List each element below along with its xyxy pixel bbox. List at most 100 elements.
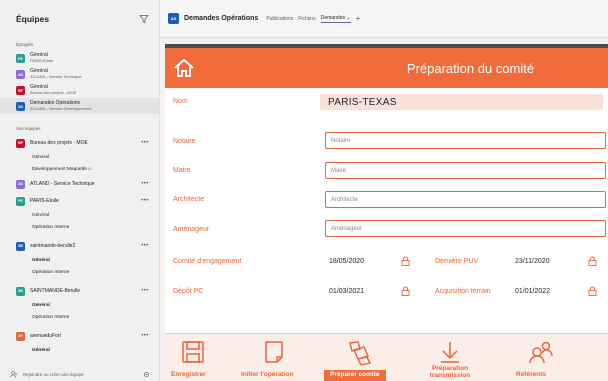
- notaire-input[interactable]: Notaire: [325, 132, 606, 149]
- team-avatar: AS: [16, 102, 25, 111]
- team-avatar: PE: [16, 54, 25, 63]
- join-create-team-link[interactable]: Rejoindre ou créer une équipe: [0, 367, 159, 381]
- lock-icon: [401, 256, 410, 266]
- download-arrow-icon: [441, 342, 459, 363]
- initier-operation-button[interactable]: Initier l'opération: [235, 334, 315, 381]
- more-options-icon[interactable]: •••: [141, 198, 149, 204]
- more-options-icon[interactable]: •••: [141, 243, 149, 249]
- team-item[interactable]: SB saintmande-berulle2 •••: [0, 237, 159, 254]
- team-name: Bureau des projets - MOE: [30, 89, 77, 95]
- amenageur-label: Aménageur: [173, 226, 210, 233]
- pinned-channel-item[interactable]: AS Général ATLAND - Service Technique: [0, 66, 159, 82]
- lock-icon: [588, 256, 597, 266]
- save-icon: [182, 341, 204, 363]
- document-icon: [265, 341, 283, 363]
- referents-button[interactable]: Référents: [500, 334, 580, 381]
- tab-demandes[interactable]: Demandes ⌄: [320, 15, 351, 23]
- initier-operation-label: Initier l'opération: [241, 371, 294, 378]
- team-item[interactable]: SB SAINTMANDE-Berulle •••: [0, 282, 159, 299]
- home-icon[interactable]: [173, 57, 195, 79]
- referents-label: Référents: [516, 371, 546, 378]
- filter-icon[interactable]: [139, 14, 149, 24]
- channel-item[interactable]: Général: [0, 254, 159, 266]
- app-header: Préparation du comité: [165, 48, 608, 88]
- architecte-label: Architecte: [173, 196, 205, 203]
- preparer-comite-label: Préparer comité: [324, 370, 386, 381]
- maire-label: Maire: [173, 167, 191, 174]
- more-options-icon[interactable]: •••: [141, 288, 149, 294]
- derniere-puv-label: Dernière PUV: [435, 258, 479, 265]
- pinned-section-label: Épinglés: [16, 42, 34, 47]
- channel-item[interactable]: Général: [0, 299, 159, 311]
- sidebar-title: Équipes: [16, 14, 50, 24]
- lock-icon: [401, 286, 410, 296]
- tab-fichiers[interactable]: Fichiers: [298, 16, 316, 22]
- teams-sidebar: Équipes Épinglés PE Général PARIS-Etoile …: [0, 0, 160, 381]
- teams-section-label: Vos équipes: [16, 126, 41, 131]
- join-create-team-label: Rejoindre ou créer une équipe: [23, 371, 84, 377]
- tab-publications[interactable]: Publications: [266, 16, 293, 22]
- add-tab-button[interactable]: +: [356, 14, 361, 23]
- people-icon: [529, 341, 553, 364]
- settings-icon[interactable]: [143, 371, 150, 378]
- pinned-channel-item-selected[interactable]: AS Demandes Opérations ATLAND - Service D…: [0, 98, 159, 114]
- channel-item[interactable]: Général: [0, 151, 159, 163]
- team-avatar: AS: [16, 179, 25, 189]
- acquisition-terrain-value: 01/01/2022: [515, 288, 551, 295]
- channel-item[interactable]: Opération Interne: [0, 311, 159, 323]
- team-avatar: PE: [16, 196, 25, 206]
- depot-pc-value: 01/03/2021: [329, 288, 365, 295]
- channel-item[interactable]: Développement Maquette ⌂: [0, 163, 159, 175]
- join-team-icon: [10, 370, 17, 378]
- channel-item[interactable]: Général: [0, 209, 159, 221]
- team-item[interactable]: AF avenueduFort •••: [0, 327, 159, 344]
- nom-value: PARIS-TEXAS: [320, 94, 603, 110]
- architecte-input[interactable]: Architecte: [325, 191, 606, 208]
- power-app-canvas: Préparation du comité Nom PARIS-TEXAS No…: [165, 44, 608, 381]
- channel-header: AS Demandes Opérations Publications Fich…: [160, 0, 608, 38]
- pinned-channel-item[interactable]: PE Général PARIS-Etoile: [0, 50, 159, 66]
- sidebar-header: Équipes: [0, 0, 159, 38]
- team-name: PARIS-Etoile: [30, 197, 59, 204]
- team-name: avenueduFort: [30, 332, 61, 339]
- team-avatar: BP: [16, 86, 25, 95]
- team-avatar: AS: [16, 70, 25, 79]
- tickets-icon: [349, 341, 372, 366]
- channel-item[interactable]: Opération Interne: [0, 266, 159, 278]
- page-title: Préparation du comité: [406, 61, 535, 76]
- preparer-comite-button[interactable]: Préparer comité: [320, 334, 400, 381]
- action-bar: Enregistrer Initier l'opération Préparer…: [165, 333, 608, 381]
- pinned-channel-item[interactable]: BP Général Bureau des projets - MOE: [0, 82, 159, 98]
- team-name: Bureau des projets - MOE: [30, 139, 88, 146]
- depot-pc-label: Dépôt PC: [173, 288, 204, 295]
- preparation-transmission-label: Préparation transmission: [429, 365, 471, 379]
- team-name: ATLAND - Service Développement: [30, 105, 92, 111]
- maire-input[interactable]: Maire: [325, 162, 606, 179]
- nom-label: Nom: [173, 98, 188, 105]
- team-item[interactable]: AS ATLAND - Service Technique •••: [0, 175, 159, 192]
- team-avatar: BP: [16, 138, 25, 148]
- team-avatar: SB: [16, 241, 25, 251]
- comite-engagement-label: Comité d'engagement: [173, 258, 242, 265]
- team-avatar: AS: [168, 13, 179, 24]
- more-options-icon[interactable]: •••: [141, 333, 149, 339]
- more-options-icon[interactable]: •••: [141, 140, 149, 146]
- team-avatar: SB: [16, 286, 25, 296]
- team-name: saintmande-berulle2: [30, 242, 76, 249]
- preparation-transmission-button[interactable]: Préparation transmission: [410, 334, 490, 381]
- channel-item[interactable]: Général: [0, 344, 159, 356]
- team-name: PARIS-Etoile: [30, 57, 54, 63]
- enregistrer-label: Enregistrer: [171, 371, 206, 378]
- enregistrer-button[interactable]: Enregistrer: [165, 334, 225, 381]
- team-item[interactable]: BP Bureau des projets - MOE •••: [0, 134, 159, 151]
- comite-engagement-value: 18/05/2020: [329, 258, 365, 265]
- team-avatar: AF: [16, 331, 25, 341]
- team-item[interactable]: PE PARIS-Etoile •••: [0, 192, 159, 209]
- lock-icon: [588, 286, 597, 296]
- team-name: ATLAND - Service Technique: [30, 180, 95, 187]
- amenageur-input[interactable]: Aménageur: [325, 220, 606, 237]
- acquisition-terrain-label: Acquisition terrain: [435, 288, 491, 295]
- channel-item[interactable]: Opération Interne: [0, 221, 159, 233]
- team-name: ATLAND - Service Technique: [30, 73, 82, 79]
- more-options-icon[interactable]: •••: [141, 181, 149, 187]
